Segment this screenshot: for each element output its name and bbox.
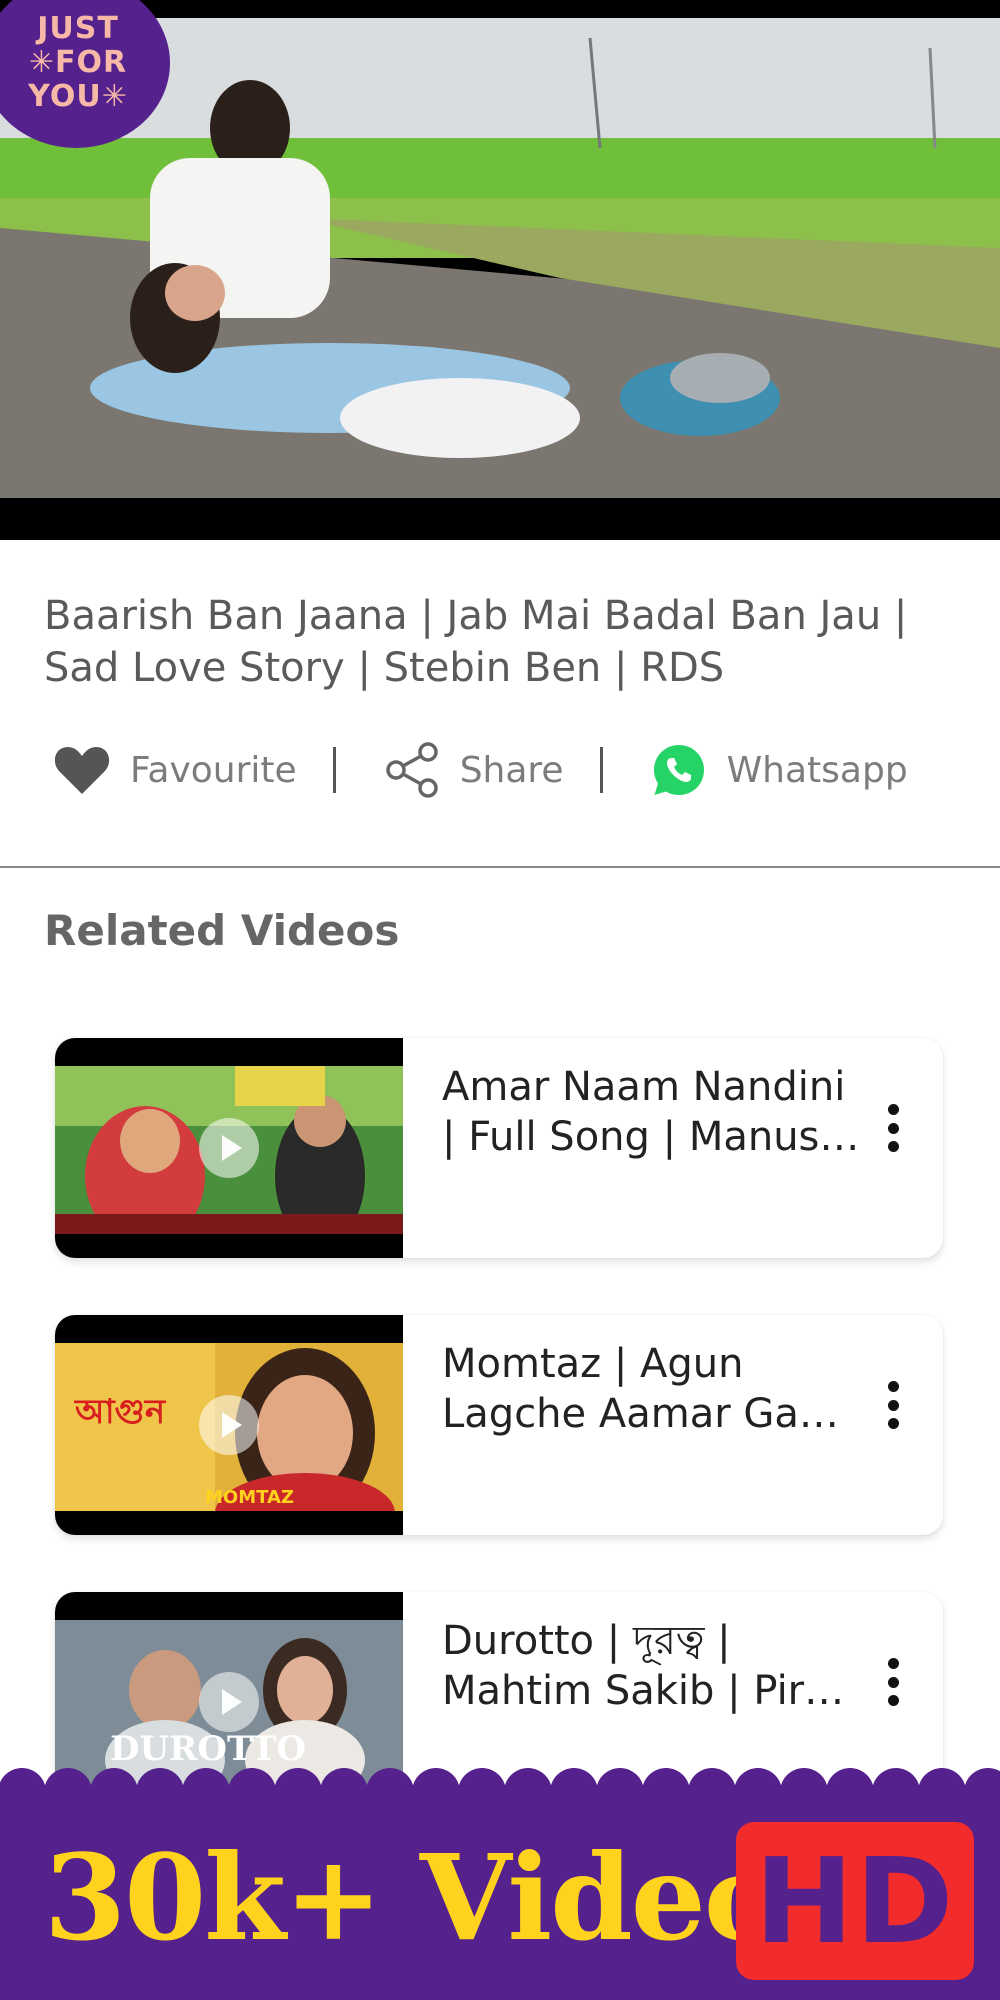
share-label: Share <box>459 749 564 791</box>
video-thumbnail[interactable] <box>55 1038 403 1258</box>
related-video-title: Amar Naam Nandini | Full Song | Manus… <box>442 1064 860 1160</box>
video-title: Baarish Ban Jaana | Jab Mai Badal Ban Ja… <box>44 593 908 691</box>
action-bar: Favourite Share Whatsapp <box>50 738 950 802</box>
related-video-title: Momtaz | Agun Lagche Aamar Ga… <box>442 1341 839 1437</box>
hd-label: HD <box>754 1832 956 1970</box>
svg-text:MOMTAZ: MOMTAZ <box>205 1487 294 1508</box>
hd-badge: HD <box>736 1822 974 1980</box>
related-video-card[interactable]: আগুন MOMTAZ Momtaz | Agun Lagche Aamar G… <box>55 1315 943 1535</box>
whatsapp-icon <box>647 738 711 802</box>
favourite-button[interactable]: Favourite <box>50 738 297 802</box>
more-options-icon[interactable] <box>873 1098 913 1158</box>
video-thumbnail[interactable]: আগুন MOMTAZ <box>55 1315 403 1535</box>
promo-text: 30k+ Videos <box>44 1828 847 1967</box>
svg-text:DUROTTO: DUROTTO <box>110 1729 306 1769</box>
badge-line-2: ✳FOR <box>28 45 128 80</box>
svg-text:আগুন: আগুন <box>74 1392 167 1432</box>
badge-line-1: JUST <box>37 11 119 46</box>
whatsapp-button[interactable]: Whatsapp <box>647 738 908 802</box>
whatsapp-label: Whatsapp <box>726 749 908 791</box>
divider <box>0 866 1000 868</box>
more-options-icon[interactable] <box>873 1375 913 1435</box>
favourite-label: Favourite <box>130 749 297 791</box>
video-player[interactable]: JUST ✳FOR YOU✳ <box>0 0 1000 540</box>
badge-line-3: YOU✳ <box>28 79 128 114</box>
heart-icon <box>50 738 114 802</box>
more-options-icon[interactable] <box>873 1652 913 1712</box>
play-icon <box>199 1672 259 1732</box>
separator <box>599 747 603 793</box>
separator <box>332 747 336 793</box>
related-video-title: Durotto | দূরত্ব | Mahtim Sakib | Pir… <box>442 1618 845 1714</box>
related-video-card[interactable]: Amar Naam Nandini | Full Song | Manus… <box>55 1038 943 1258</box>
related-videos-heading: Related Videos <box>44 906 400 955</box>
play-icon <box>199 1118 259 1178</box>
play-icon <box>199 1395 259 1455</box>
share-icon <box>380 738 444 802</box>
share-button[interactable]: Share <box>380 738 564 802</box>
